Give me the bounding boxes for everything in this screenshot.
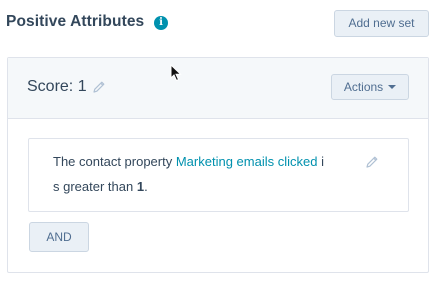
section-title: Positive Attributes bbox=[6, 13, 145, 30]
rule-line1-suffix: i bbox=[317, 154, 324, 169]
rule-line2-prefix: s greater than bbox=[53, 179, 137, 194]
rule-line2-suffix: . bbox=[144, 179, 148, 194]
edit-score-pencil-icon[interactable] bbox=[92, 80, 106, 94]
add-new-set-button[interactable]: Add new set bbox=[334, 10, 429, 37]
rule-prefix: The contact property bbox=[53, 154, 176, 169]
mouse-pointer-icon bbox=[170, 64, 182, 82]
info-icon[interactable]: i bbox=[154, 16, 168, 30]
edit-rule-pencil-icon[interactable] bbox=[365, 155, 379, 169]
rule-value: 1 bbox=[136, 179, 145, 194]
rule-text-line-2: s greater than 1. bbox=[53, 179, 148, 194]
actions-dropdown-button[interactable]: Actions bbox=[331, 74, 409, 100]
score-label: Score: 1 bbox=[27, 78, 87, 95]
and-button[interactable]: AND bbox=[29, 222, 89, 252]
section-header: Positive Attributes i Add new set bbox=[6, 10, 429, 38]
property-link[interactable]: Marketing emails clicked bbox=[176, 154, 318, 169]
rule-text-line-1: The contact property Marketing emails cl… bbox=[53, 154, 324, 169]
rule-criteria-box[interactable]: The contact property Marketing emails cl… bbox=[28, 138, 409, 212]
caret-down-icon bbox=[388, 84, 397, 89]
score-set-header: Score: 1 Actions bbox=[8, 58, 428, 119]
score-set-card: Score: 1 Actions The contact property Ma… bbox=[7, 57, 429, 273]
actions-label: Actions bbox=[343, 80, 384, 94]
